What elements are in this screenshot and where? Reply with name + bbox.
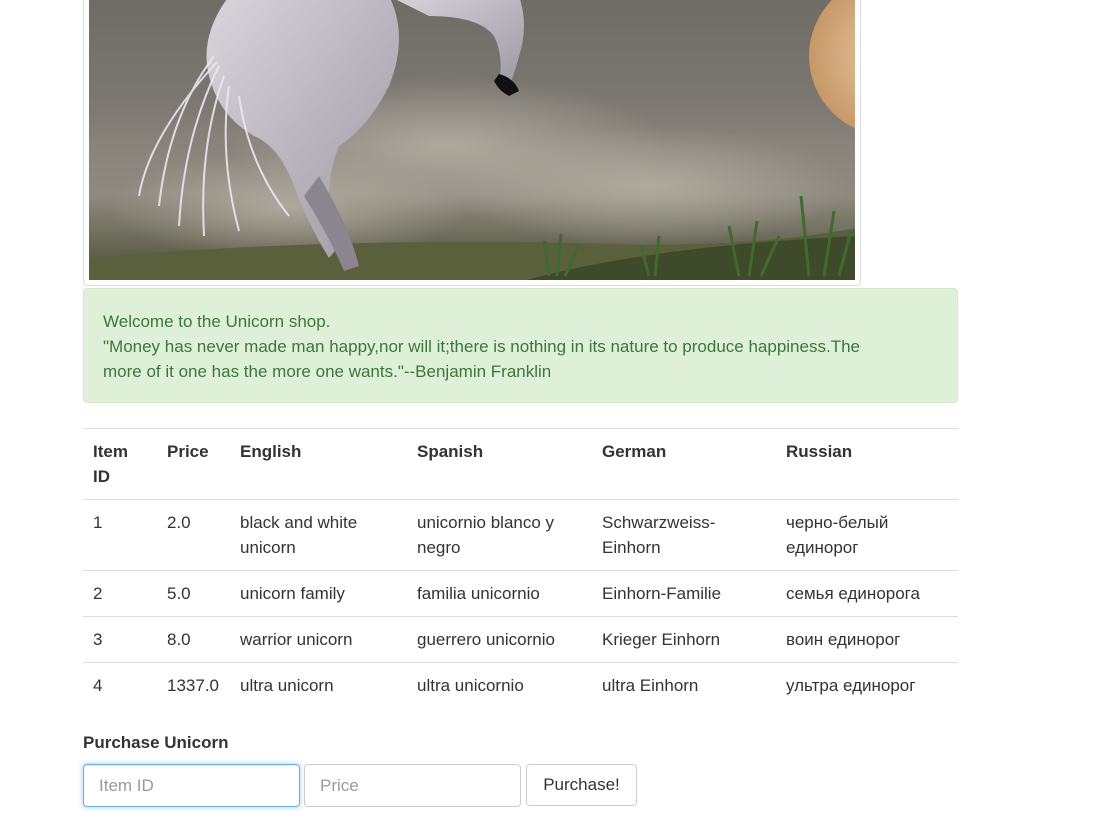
cell-spanish: familia unicornio [407, 570, 592, 617]
cell-spanish: unicornio blanco y negro [407, 499, 592, 571]
unicorn-table: Item ID Price English Spanish German Rus… [83, 428, 958, 708]
table-row: 1 2.0 black and white unicorn unicornio … [83, 499, 958, 571]
cell-german: Einhorn-Familie [592, 570, 776, 617]
cell-item-id: 1 [83, 499, 157, 571]
hero-image-frame [83, 0, 861, 286]
cell-german: Schwarzweiss-Einhorn [592, 499, 776, 571]
cell-russian: воин единорог [776, 616, 958, 663]
header-price: Price [157, 428, 230, 500]
franklin-quote: "Money has never made man happy,nor will… [103, 337, 860, 381]
price-input[interactable] [304, 764, 521, 807]
cell-price: 8.0 [157, 616, 230, 663]
cell-english: warrior unicorn [230, 616, 407, 663]
cell-english: black and white unicorn [230, 499, 407, 571]
table-row: 2 5.0 unicorn family familia unicornio E… [83, 570, 958, 617]
cell-russian: черно-белый единорог [776, 499, 958, 571]
purchase-button[interactable]: Purchase! [526, 764, 637, 806]
cell-german: ultra Einhorn [592, 662, 776, 708]
purchase-title: Purchase Unicorn [83, 733, 229, 752]
cell-price: 5.0 [157, 570, 230, 617]
header-spanish: Spanish [407, 428, 592, 500]
table-row: 4 1337.0 ultra unicorn ultra unicornio u… [83, 662, 958, 708]
cell-spanish: ultra unicornio [407, 662, 592, 708]
unicorn-image [89, 0, 855, 280]
cell-english: ultra unicorn [230, 662, 407, 708]
cell-price: 2.0 [157, 499, 230, 571]
table-header-row: Item ID Price English Spanish German Rus… [83, 428, 958, 500]
welcome-text: Welcome to the Unicorn shop. [103, 312, 331, 331]
header-english: English [230, 428, 407, 500]
item-id-input[interactable] [83, 764, 300, 807]
cell-item-id: 4 [83, 662, 157, 708]
header-german: German [592, 428, 776, 500]
cell-russian: семья единорога [776, 570, 958, 617]
cell-english: unicorn family [230, 570, 407, 617]
welcome-alert: Welcome to the Unicorn shop. "Money has … [83, 288, 958, 403]
cell-german: Krieger Einhorn [592, 616, 776, 663]
cell-item-id: 2 [83, 570, 157, 617]
header-russian: Russian [776, 428, 958, 500]
cell-price: 1337.0 [157, 662, 230, 708]
table-row: 3 8.0 warrior unicorn guerrero unicornio… [83, 616, 958, 663]
header-item-id: Item ID [83, 428, 157, 500]
cell-item-id: 3 [83, 616, 157, 663]
cell-spanish: guerrero unicornio [407, 616, 592, 663]
cell-russian: ультра единорог [776, 662, 958, 708]
